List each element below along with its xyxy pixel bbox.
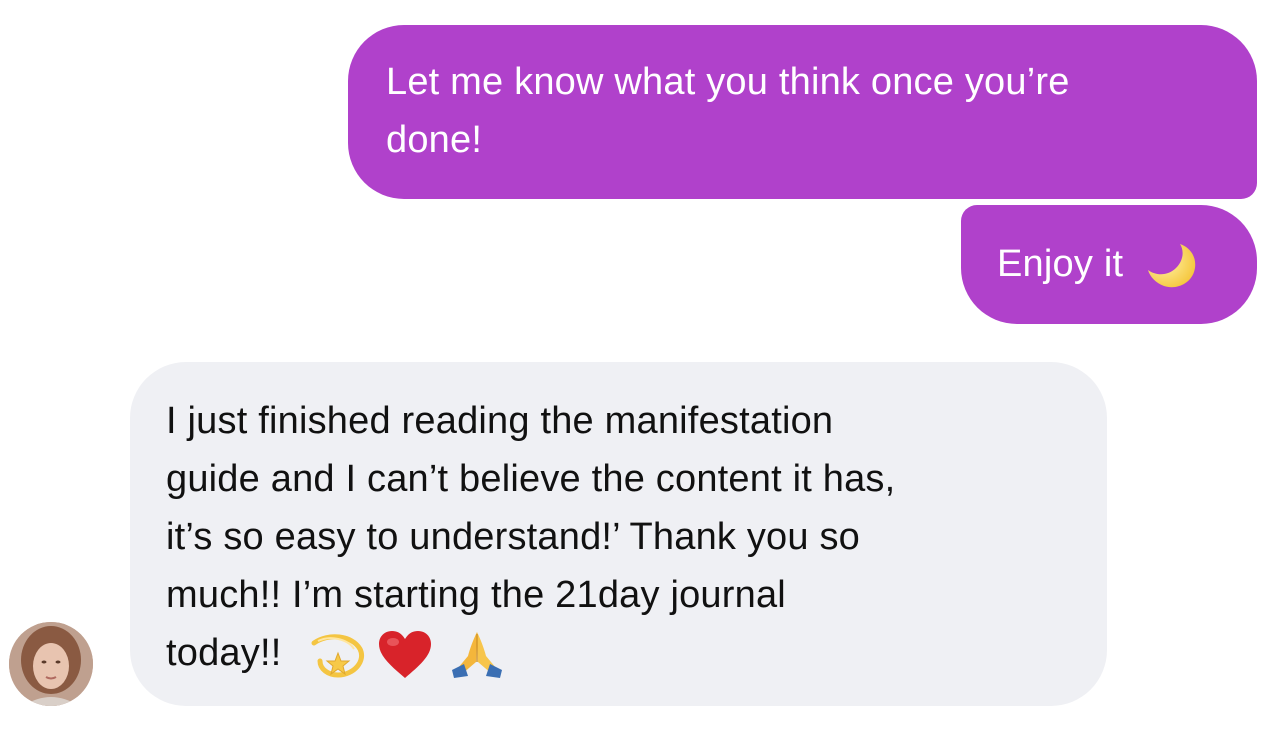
dizzy-star-icon	[308, 631, 366, 679]
red-heart-icon	[377, 630, 433, 680]
message-text: Enjoy it	[997, 243, 1124, 285]
sender-avatar[interactable]	[9, 622, 93, 706]
message-text: Let me know what you think once you’re d…	[386, 61, 1070, 161]
avatar-photo-icon	[9, 622, 93, 706]
outgoing-message-bubble[interactable]: Enjoy it	[961, 205, 1257, 324]
message-text: I just finished reading the manifestatio…	[166, 400, 896, 674]
incoming-message-bubble[interactable]: I just finished reading the manifestatio…	[130, 362, 1107, 706]
crescent-moon-icon	[1144, 238, 1200, 294]
praying-hands-icon	[448, 630, 506, 680]
outgoing-message-bubble[interactable]: Let me know what you think once you’re d…	[348, 25, 1257, 199]
